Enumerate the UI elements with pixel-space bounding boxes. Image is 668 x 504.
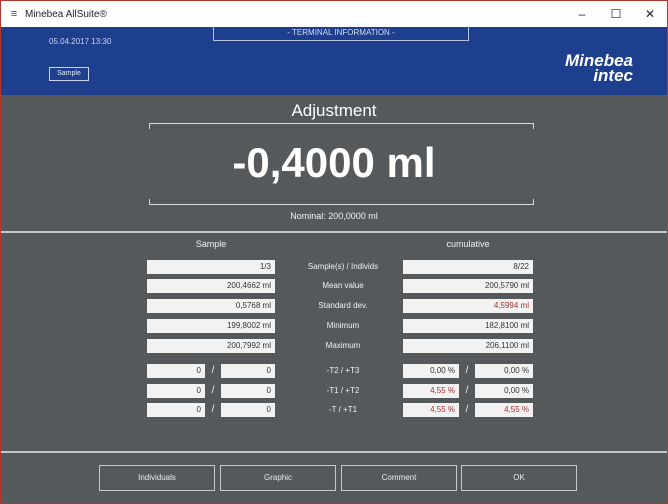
- tolerance-label: -T1 / +T2: [326, 386, 360, 395]
- sample-count-field: 1/3: [147, 260, 275, 274]
- sample-tol-left-field: 0: [147, 403, 205, 417]
- sample-minimum-field: 199,8002 ml: [147, 319, 275, 333]
- slash-separator: /: [211, 365, 215, 376]
- logo-line-2: intec: [593, 66, 633, 85]
- minimize-icon[interactable]: –: [565, 1, 599, 27]
- tolerance-label: -T / +T1: [328, 405, 358, 414]
- bracket-bottom-divider: [149, 199, 534, 205]
- sample-maximum-field: 200,7992 ml: [147, 339, 275, 353]
- app-window: ≡ Minebea AllSuite® – ☐ ✕ 05.04.2017 13:…: [0, 0, 668, 504]
- datetime-label: 05.04.2017 13:30: [49, 37, 112, 46]
- row-label-mean: Mean value: [322, 281, 364, 290]
- graphic-button[interactable]: Graphic: [220, 465, 336, 491]
- tolerance-label: -T2 / +T3: [326, 366, 360, 375]
- maximize-icon[interactable]: ☐: [599, 1, 633, 27]
- bracket-top-divider: [149, 123, 534, 129]
- row-label-stddev: Standard dev.: [318, 301, 368, 310]
- slash-separator: /: [211, 404, 215, 415]
- sample-tol-left-field: 0: [147, 364, 205, 378]
- nominal-value: Nominal: 200,0000 ml: [290, 211, 378, 221]
- title-bar: ≡ Minebea AllSuite® – ☐ ✕: [1, 1, 667, 27]
- ok-button[interactable]: OK: [461, 465, 577, 491]
- window-controls: – ☐ ✕: [565, 1, 667, 27]
- cumulative-tol-right-field: 4,55 %: [475, 403, 533, 417]
- row-label-maximum: Maximum: [325, 341, 361, 350]
- cumulative-tol-left-field: 0,00 %: [403, 364, 459, 378]
- sample-tol-left-field: 0: [147, 384, 205, 398]
- sample-tol-right-field: 0: [221, 403, 275, 417]
- section-divider: [1, 231, 667, 233]
- slash-separator: /: [211, 385, 215, 396]
- cumulative-count-field: 8/22: [403, 260, 533, 274]
- row-label-samples: Sample(s) / Individs: [307, 262, 379, 271]
- cumulative-tol-right-field: 0,00 %: [475, 364, 533, 378]
- sample-column-header: Sample: [195, 239, 227, 249]
- window-title: Minebea AllSuite®: [25, 8, 107, 20]
- cumulative-tol-right-field: 0,00 %: [475, 384, 533, 398]
- terminal-information-button[interactable]: - TERMINAL INFORMATION -: [213, 27, 469, 41]
- sample-tol-right-field: 0: [221, 364, 275, 378]
- header-bar: 05.04.2017 13:30 - TERMINAL INFORMATION …: [1, 27, 667, 95]
- individuals-button[interactable]: Individuals: [99, 465, 215, 491]
- row-label-minimum: Minimum: [326, 321, 360, 330]
- cumulative-column-header: cumulative: [446, 239, 490, 249]
- app-icon: ≡: [10, 8, 18, 20]
- result-panel: Adjustment -0,4000 ml Nominal: 200,0000 …: [1, 95, 667, 231]
- comment-button[interactable]: Comment: [341, 465, 457, 491]
- cumulative-tol-left-field: 4,55 %: [403, 403, 459, 417]
- cumulative-maximum-field: 206,1100 ml: [403, 339, 533, 353]
- cumulative-tol-left-field: 4,55 %: [403, 384, 459, 398]
- footer-bar: Individuals Graphic Comment OK: [1, 453, 667, 503]
- sample-mean-field: 200,4662 ml: [147, 279, 275, 293]
- sample-tol-right-field: 0: [221, 384, 275, 398]
- cumulative-stddev-field: 4,5994 ml: [403, 299, 533, 313]
- result-value: -0,4000 ml: [232, 139, 436, 186]
- slash-separator: /: [465, 385, 469, 396]
- brand-logo: Minebea intec: [565, 52, 633, 85]
- cumulative-minimum-field: 182,8100 ml: [403, 319, 533, 333]
- sample-button[interactable]: Sample: [49, 67, 89, 81]
- sample-stddev-field: 0,5768 ml: [147, 299, 275, 313]
- slash-separator: /: [465, 404, 469, 415]
- close-icon[interactable]: ✕: [633, 1, 667, 27]
- mode-title: Adjustment: [291, 101, 377, 120]
- cumulative-mean-field: 200,5790 ml: [403, 279, 533, 293]
- slash-separator: /: [465, 365, 469, 376]
